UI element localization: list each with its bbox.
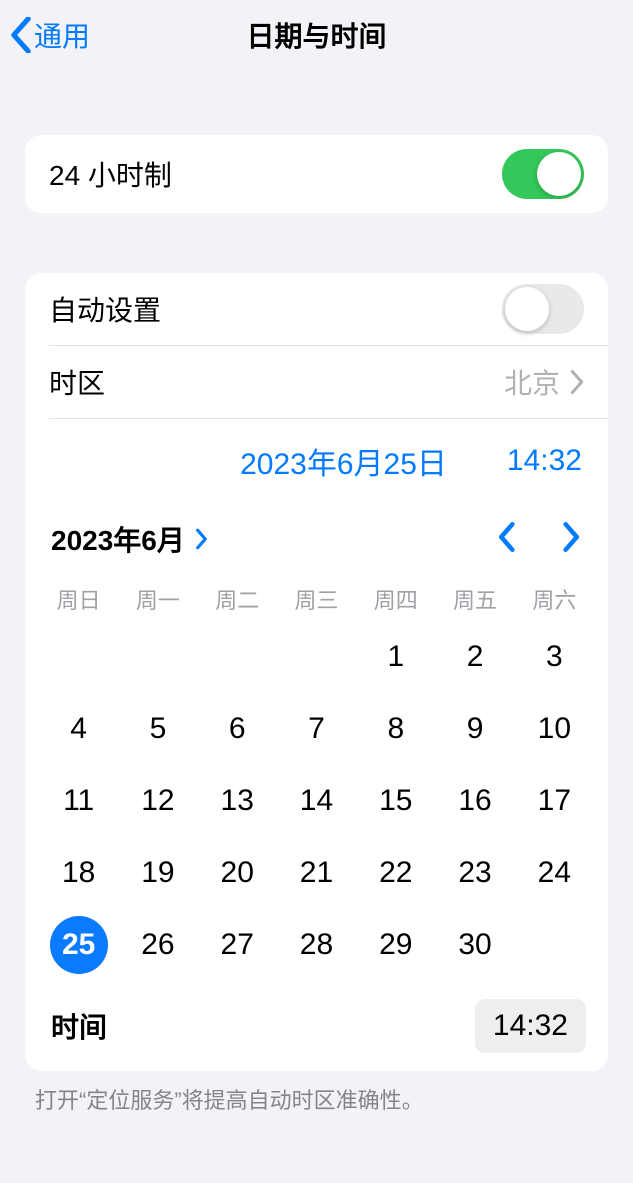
twenty-four-hour-row: 24 小时制 — [25, 135, 608, 213]
back-label: 通用 — [34, 15, 90, 55]
calendar-day[interactable]: 6 — [198, 693, 277, 765]
calendar-day[interactable]: 14 — [277, 765, 356, 837]
prev-month-button[interactable] — [496, 521, 516, 558]
twenty-four-hour-toggle[interactable] — [502, 149, 584, 199]
timezone-value: 北京 — [504, 362, 560, 402]
calendar-day[interactable]: 20 — [198, 837, 277, 909]
weekday-label: 周六 — [515, 583, 594, 615]
calendar-day[interactable]: 26 — [118, 909, 197, 981]
auto-set-label: 自动设置 — [49, 289, 161, 329]
empty-day — [277, 621, 356, 693]
chevron-left-icon — [10, 17, 32, 53]
time-label: 时间 — [51, 1006, 107, 1046]
calendar-day[interactable]: 30 — [435, 909, 514, 981]
calendar-day[interactable]: 17 — [515, 765, 594, 837]
calendar-day[interactable]: 24 — [515, 837, 594, 909]
time-picker[interactable]: 14:32 — [475, 999, 586, 1053]
weekday-label: 周三 — [277, 583, 356, 615]
calendar-day[interactable]: 3 — [515, 621, 594, 693]
weekday-label: 周四 — [356, 583, 435, 615]
calendar-day[interactable]: 22 — [356, 837, 435, 909]
calendar-day[interactable]: 13 — [198, 765, 277, 837]
calendar-day[interactable]: 29 — [356, 909, 435, 981]
timezone-label: 时区 — [49, 362, 105, 402]
calendar-day[interactable]: 23 — [435, 837, 514, 909]
month-label: 2023年6月 — [51, 519, 185, 559]
chevron-left-icon — [496, 521, 516, 553]
calendar-day[interactable]: 12 — [118, 765, 197, 837]
calendar-day[interactable]: 15 — [356, 765, 435, 837]
calendar-day[interactable]: 25 — [39, 909, 118, 981]
calendar-day[interactable]: 21 — [277, 837, 356, 909]
empty-day — [198, 621, 277, 693]
chevron-right-icon — [562, 521, 582, 553]
summary-time[interactable]: 14:32 — [507, 444, 582, 478]
weekday-label: 周五 — [435, 583, 514, 615]
calendar-day[interactable]: 28 — [277, 909, 356, 981]
empty-day — [39, 621, 118, 693]
calendar-day[interactable]: 19 — [118, 837, 197, 909]
auto-set-toggle[interactable] — [502, 284, 584, 334]
calendar-day[interactable]: 16 — [435, 765, 514, 837]
weekday-label: 周日 — [39, 583, 118, 615]
calendar-day[interactable]: 2 — [435, 621, 514, 693]
chevron-right-icon — [570, 369, 584, 395]
auto-set-row: 自动设置 — [25, 273, 608, 345]
calendar-day[interactable]: 4 — [39, 693, 118, 765]
twenty-four-hour-label: 24 小时制 — [49, 154, 172, 194]
footer-note: 打开“定位服务”将提高自动时区准确性。 — [0, 1071, 633, 1115]
calendar-day[interactable]: 10 — [515, 693, 594, 765]
chevron-right-icon — [195, 528, 209, 550]
calendar-day[interactable]: 27 — [198, 909, 277, 981]
weekday-label: 周一 — [118, 583, 197, 615]
calendar-day[interactable]: 7 — [277, 693, 356, 765]
calendar-day[interactable]: 18 — [39, 837, 118, 909]
weekday-label: 周二 — [198, 583, 277, 615]
timezone-row[interactable]: 时区 北京 — [25, 346, 608, 418]
weekday-header: 周日周一周二周三周四周五周六 — [25, 559, 608, 621]
back-button[interactable]: 通用 — [10, 15, 90, 55]
calendar-day[interactable]: 8 — [356, 693, 435, 765]
calendar-day[interactable]: 1 — [356, 621, 435, 693]
next-month-button[interactable] — [562, 521, 582, 558]
empty-day — [118, 621, 197, 693]
calendar-day[interactable]: 11 — [39, 765, 118, 837]
month-picker[interactable]: 2023年6月 — [51, 519, 209, 559]
calendar-day[interactable]: 9 — [435, 693, 514, 765]
calendar-grid: 1234567891011121314151617181920212223242… — [25, 621, 608, 989]
page-title: 日期与时间 — [0, 15, 633, 55]
summary-date[interactable]: 2023年6月25日 — [240, 439, 447, 483]
current-datetime-summary: 2023年6月25日 14:32 — [25, 419, 608, 483]
calendar-day[interactable]: 5 — [118, 693, 197, 765]
